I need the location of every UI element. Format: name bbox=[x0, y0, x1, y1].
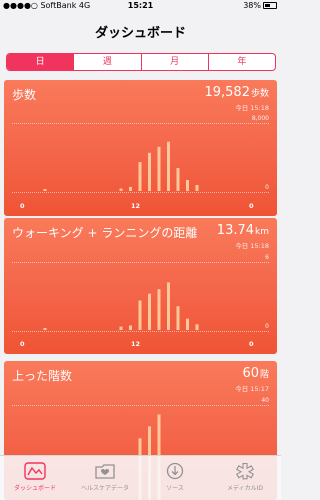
hour-bar-16 bbox=[176, 168, 180, 191]
hour-bar-11 bbox=[129, 325, 132, 330]
tab-dashboard[interactable]: ダッシュボード bbox=[0, 462, 70, 492]
hour-bar-12 bbox=[138, 162, 142, 191]
segment-day[interactable]: 日 bbox=[7, 54, 74, 70]
hour-bar-16 bbox=[176, 306, 180, 330]
x-label-start: 0 bbox=[20, 340, 25, 348]
steps-bar-chart bbox=[43, 141, 199, 192]
battery-indicator: 38% bbox=[243, 1, 277, 10]
hour-bar-18 bbox=[195, 324, 199, 330]
hour-bar-10 bbox=[119, 188, 123, 191]
x-label-end: 0 bbox=[249, 202, 254, 210]
hour-bar-2 bbox=[43, 328, 47, 330]
period-segmented-control[interactable]: 日 週 月 年 bbox=[6, 53, 276, 71]
health-data-icon bbox=[95, 464, 115, 479]
tab-medical-id[interactable]: メディカルID bbox=[210, 462, 280, 492]
clock: 15:21 bbox=[127, 1, 154, 10]
hour-bar-15 bbox=[167, 282, 170, 330]
hour-bar-17 bbox=[186, 180, 189, 192]
hour-bar-14 bbox=[157, 289, 161, 330]
tab-label: ダッシュボード bbox=[13, 485, 56, 492]
hour-bar-17 bbox=[186, 318, 189, 330]
status-bar: ●●●●○ SoftBank 4G 15:21 38% bbox=[0, 0, 281, 12]
x-label-mid: 12 bbox=[131, 340, 141, 348]
hour-bar-14 bbox=[157, 146, 161, 191]
hour-bar-10 bbox=[119, 326, 123, 330]
hour-bar-13 bbox=[148, 152, 151, 192]
hour-bar-2 bbox=[43, 189, 47, 191]
hour-bar-12 bbox=[138, 300, 142, 330]
battery-icon bbox=[263, 2, 277, 9]
hour-bar-15 bbox=[167, 141, 170, 191]
steps-card[interactable]: 歩数 19,582歩数 今日 15:18 8,000 0 0 12 0 bbox=[4, 80, 277, 216]
hour-bar-18 bbox=[195, 185, 199, 191]
hour-bar-11 bbox=[129, 186, 132, 191]
segment-year[interactable]: 年 bbox=[207, 54, 275, 70]
tab-label: ヘルスケアデータ bbox=[80, 485, 129, 492]
x-label-start: 0 bbox=[20, 202, 25, 210]
tab-health-data[interactable]: ヘルスケアデータ bbox=[70, 462, 140, 492]
medical-id-icon bbox=[236, 462, 254, 480]
dashboard-icon bbox=[24, 462, 46, 480]
tab-sources[interactable]: ソース bbox=[140, 462, 210, 492]
sources-icon bbox=[166, 462, 184, 480]
hour-bar-13 bbox=[148, 293, 151, 330]
segment-month[interactable]: 月 bbox=[140, 54, 208, 70]
distance-bar-chart bbox=[43, 282, 199, 330]
tab-bar: ダッシュボード ヘルスケアデータ ソース メディカルID bbox=[0, 455, 281, 500]
x-label-end: 0 bbox=[249, 340, 254, 348]
tab-label: メディカルID bbox=[227, 485, 263, 492]
tab-label: ソース bbox=[166, 485, 184, 492]
x-label-mid: 12 bbox=[131, 202, 141, 210]
distance-card[interactable]: ウォーキング + ランニングの距離 13.74km 今日 15:18 6 0 0… bbox=[4, 218, 277, 354]
segment-week[interactable]: 週 bbox=[73, 54, 140, 70]
page-title: ダッシュボード bbox=[94, 26, 186, 41]
